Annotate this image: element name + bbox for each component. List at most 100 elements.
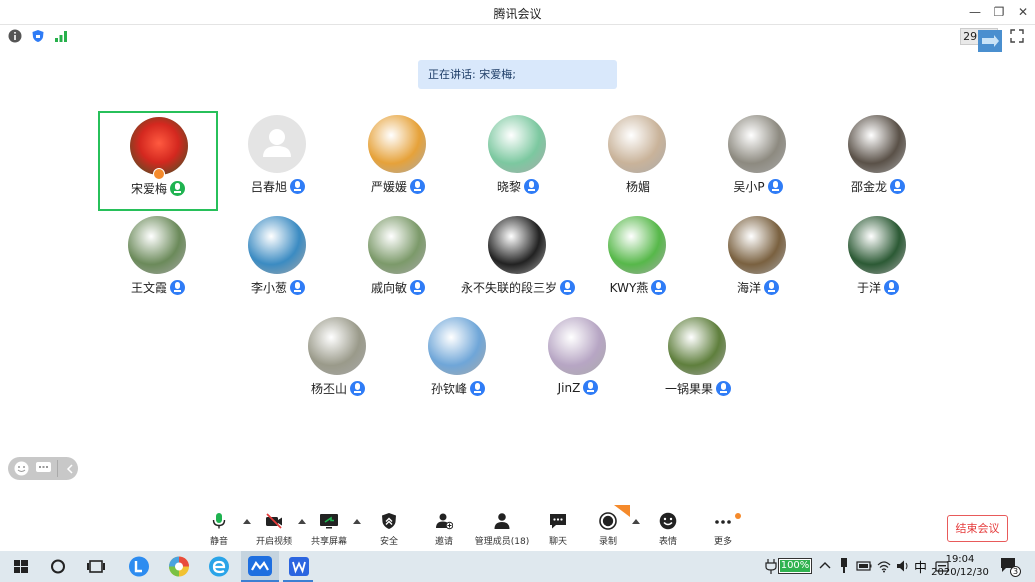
participant-tile[interactable]: 杨丕山 [278, 313, 398, 413]
participant-name: 永不失联的段三岁 [460, 281, 557, 295]
speaking-banner: 正在讲话: 宋爱梅; [418, 60, 617, 89]
usb-device-icon[interactable] [839, 558, 849, 574]
mic-icon [716, 381, 731, 396]
share-screen-button[interactable]: 共享屏幕 [307, 505, 351, 550]
invite-button[interactable]: 邀请 [422, 505, 466, 550]
participant-tile[interactable]: 戚向敏 [338, 212, 458, 312]
participant-avatar [488, 216, 546, 274]
participant-tile[interactable]: 孙钦峰 [398, 313, 518, 413]
participant-tile[interactable]: 永不失联的段三岁 [458, 212, 578, 312]
close-icon[interactable]: ✕ [1014, 3, 1032, 21]
participant-name: 海洋 [736, 281, 761, 295]
wifi-icon[interactable] [877, 559, 891, 573]
mic-icon [410, 280, 425, 295]
mic-icon [350, 381, 365, 396]
mic-icon [290, 179, 305, 194]
mic-icon [290, 280, 305, 295]
mute-button[interactable]: 静音 [197, 505, 241, 550]
participant-avatar [248, 115, 306, 173]
mute-options-arrow-icon[interactable] [243, 519, 251, 524]
battery-icon[interactable] [856, 559, 872, 573]
info-icon[interactable] [8, 29, 22, 43]
info-bar: 29:26 [0, 26, 1035, 52]
participant-name: 于洋 [856, 281, 881, 295]
more-button[interactable]: 更多 [701, 505, 745, 550]
new-badge-icon [614, 505, 630, 517]
participant-tile[interactable]: 一锅果果 [638, 313, 758, 413]
notification-count: 3 [1010, 566, 1021, 577]
participant-avatar [248, 216, 306, 274]
tray-expand-icon[interactable] [819, 560, 831, 572]
windows-start-icon[interactable] [8, 554, 34, 579]
participant-name: 邵金龙 [850, 180, 887, 194]
participant-avatar [668, 317, 726, 375]
participant-tile[interactable]: 宋爱梅 [98, 111, 218, 211]
screen-share-thumbnail-icon[interactable] [978, 30, 1002, 52]
lenovo-app-icon[interactable] [126, 554, 152, 579]
default-user-icon [263, 129, 291, 157]
battery-percent: 100% [780, 560, 810, 571]
participant-avatar [608, 115, 666, 173]
participant-tile[interactable]: 严媛媛 [338, 111, 458, 211]
participant-tile[interactable]: 吴小P [698, 111, 818, 211]
record-button[interactable]: 录制 [586, 505, 630, 550]
video-options-arrow-icon[interactable] [298, 519, 306, 524]
edge-browser-icon[interactable] [206, 554, 232, 579]
participant-tile[interactable]: 吕春旭 [218, 111, 338, 211]
participant-tile[interactable]: JinZ [518, 313, 638, 413]
participant-tile[interactable]: 晓黎 [458, 111, 578, 211]
wps-writer-icon[interactable] [286, 554, 312, 579]
security-button[interactable]: 安全 [367, 505, 411, 550]
restore-icon[interactable]: ❐ [990, 3, 1008, 21]
participant-tile[interactable]: KWY燕 [578, 212, 698, 312]
browser-app-icon[interactable] [166, 554, 192, 579]
participant-avatar [728, 216, 786, 274]
notification-dot [735, 513, 741, 519]
participant-name-row: 邵金龙 [798, 178, 958, 195]
smiley-icon [659, 512, 677, 530]
reactions-button[interactable]: 表情 [646, 505, 690, 550]
participant-tile[interactable]: 于洋 [818, 212, 938, 312]
participant-name: 严媛媛 [370, 180, 407, 194]
participant-name-row: 一锅果果 [618, 380, 778, 397]
message-icon[interactable] [36, 462, 51, 475]
minimize-icon[interactable]: — [966, 3, 984, 21]
cortana-search-icon[interactable] [45, 554, 71, 579]
participant-tile[interactable]: 李小葱 [218, 212, 338, 312]
participant-avatar [428, 317, 486, 375]
signal-icon[interactable] [54, 29, 68, 43]
shield-icon[interactable] [31, 29, 45, 43]
host-badge-icon [153, 168, 165, 180]
participant-name: KWY燕 [609, 281, 649, 295]
video-button[interactable]: 开启视频 [252, 505, 296, 550]
mic-icon [764, 280, 779, 295]
participant-tile[interactable]: 王文霞 [98, 212, 218, 312]
participant-tile[interactable]: 邵金龙 [818, 111, 938, 211]
participant-avatar [308, 317, 366, 375]
microphone-icon [212, 513, 226, 529]
participant-tile[interactable]: 杨媚 [578, 111, 698, 211]
mic-icon [890, 179, 905, 194]
share-options-arrow-icon[interactable] [353, 519, 361, 524]
task-view-icon[interactable] [83, 554, 109, 579]
manage-members-label: 管理成员(18) [474, 537, 530, 547]
participant-name: 王文霞 [130, 281, 167, 295]
manage-members-button[interactable]: 管理成员(18) [475, 505, 529, 550]
taskbar-clock[interactable]: 19:04 2020/12/30 [925, 553, 995, 579]
video-off-icon [266, 513, 282, 529]
fullscreen-icon[interactable] [1010, 29, 1024, 43]
action-center-button[interactable]: 3 [1000, 557, 1021, 577]
floating-reaction-bar[interactable] [8, 457, 78, 480]
emoji-icon[interactable] [14, 461, 29, 476]
plug-icon[interactable] [765, 558, 777, 574]
invite-user-icon [436, 513, 453, 530]
end-meeting-button[interactable]: 结束会议 [947, 515, 1008, 542]
battery-indicator[interactable]: 100% [778, 558, 812, 574]
mic-icon [583, 380, 599, 395]
chat-button[interactable]: 聊天 [536, 505, 580, 550]
collapse-chevron-icon[interactable] [66, 464, 74, 474]
participant-tile[interactable]: 海洋 [698, 212, 818, 312]
volume-icon[interactable] [896, 559, 910, 573]
taskbar-active-app[interactable] [241, 551, 279, 582]
record-options-arrow-icon[interactable] [632, 519, 640, 524]
